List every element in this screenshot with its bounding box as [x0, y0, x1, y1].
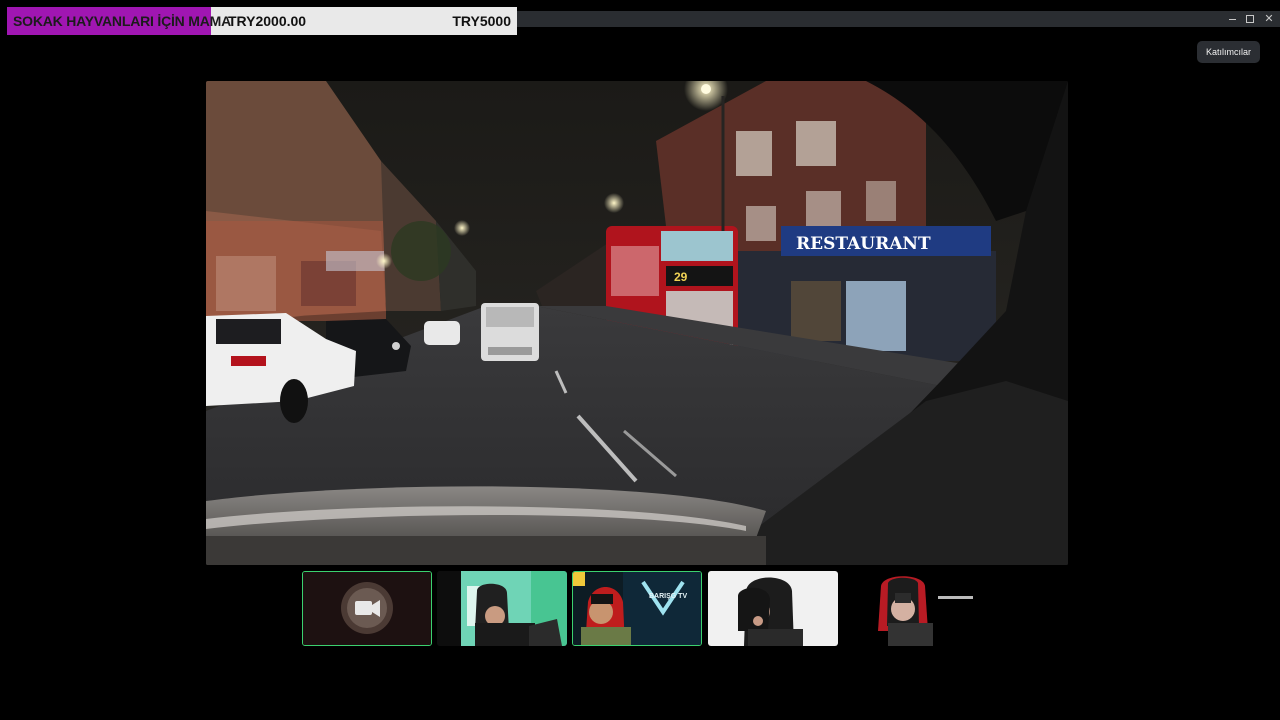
participant-video	[843, 571, 973, 646]
main-video-feed[interactable]: RESTAURANT 29	[206, 81, 1068, 565]
close-button[interactable]: ✕	[1260, 11, 1278, 27]
donation-goal-title: SOKAK HAYVANLARI İÇİN MAMA	[13, 13, 232, 29]
donation-goal-target: TRY5000	[452, 13, 511, 29]
participant-tile-4[interactable]	[708, 571, 838, 646]
maximize-button[interactable]	[1241, 11, 1259, 27]
restaurant-sign: RESTAURANT	[796, 234, 931, 254]
banner-text: BARIŞG TV	[649, 593, 687, 600]
participant-tile-3[interactable]: BARIŞG TV	[572, 571, 702, 646]
participant-tile-camera-off[interactable]	[302, 571, 432, 646]
donation-goal-bar: SOKAK HAYVANLARI İÇİN MAMA TRY2000.00 TR…	[7, 7, 517, 35]
video-camera-icon	[355, 601, 372, 615]
donation-goal-current: TRY2000.00	[228, 13, 307, 29]
minimize-icon	[1228, 18, 1236, 20]
close-icon: ✕	[1264, 12, 1274, 25]
stream-window: SOKAK HAYVANLARI İÇİN MAMA TRY2000.00 TR…	[0, 0, 1280, 720]
participant-video: BARIŞG TV	[573, 572, 701, 645]
participants-tooltip: Katılımcılar	[1197, 41, 1260, 63]
participant-video	[708, 571, 838, 646]
night-street-scene: RESTAURANT 29	[206, 81, 1068, 565]
participant-video	[437, 571, 567, 646]
participant-tile-2[interactable]	[437, 571, 567, 646]
bus-route-sign: 29	[674, 270, 688, 284]
participant-avatar	[303, 572, 431, 645]
minimize-button[interactable]	[1223, 11, 1241, 27]
maximize-icon	[1246, 15, 1254, 23]
window-title-bar	[517, 11, 1280, 27]
participant-tile-5[interactable]	[843, 571, 973, 646]
